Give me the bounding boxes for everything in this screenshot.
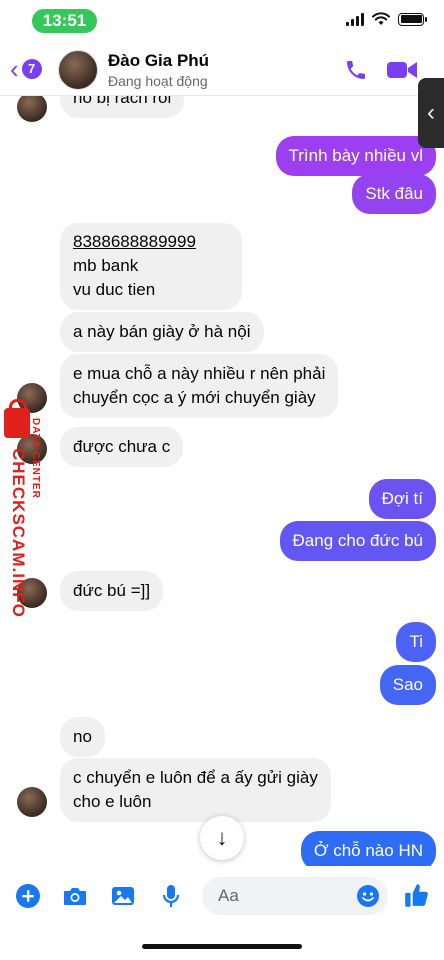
message-text: chuyển cọc a ý mới chuyển giày: [73, 388, 316, 407]
contact-status: Đang hoạt động: [108, 73, 208, 89]
arrow-down-icon[interactable]: ↓: [200, 816, 244, 860]
message-incoming[interactable]: e mua chỗ a này nhiều r nên phải chuyển …: [60, 354, 339, 418]
message-outgoing[interactable]: Đang cho đức bú: [279, 521, 436, 561]
watermark-subtext: DATA CENTER: [30, 418, 41, 499]
message-text: Đang cho đức bú: [292, 531, 423, 550]
message-text: Đợi tí: [381, 489, 423, 508]
message-incoming[interactable]: no: [60, 717, 105, 757]
back-button[interactable]: ‹ 7: [10, 56, 42, 82]
lock-icon: [4, 399, 30, 438]
message-text: nó bị rách rồi: [73, 96, 172, 107]
sender-avatar: [17, 96, 47, 122]
microphone-icon[interactable]: [157, 882, 185, 910]
message-list[interactable]: nó bị rách rồi Trình bày nhiều vl Stk đâ…: [0, 96, 444, 866]
thumbs-up-icon[interactable]: [402, 880, 432, 910]
message-input[interactable]: [202, 877, 342, 915]
message-text: e mua chỗ a này nhiều r nên phải: [73, 364, 326, 383]
message-text: Ở chỗ nào HN: [313, 841, 423, 860]
battery-icon: [398, 12, 427, 26]
contact-name[interactable]: Đào Gia Phú: [108, 51, 209, 71]
message-incoming[interactable]: nó bị rách rồi: [60, 96, 185, 118]
account-number[interactable]: 8388688889999: [73, 230, 229, 254]
message-text: vu duc tien: [73, 280, 156, 299]
status-bar: 13:51: [0, 0, 444, 40]
message-outgoing[interactable]: Đợi tí: [368, 479, 436, 519]
unread-badge: 7: [21, 59, 42, 79]
message-outgoing[interactable]: Trình bày nhiều vl: [275, 136, 436, 176]
message-incoming[interactable]: được chưa c: [60, 427, 184, 467]
back-chevron-icon: ‹: [10, 54, 19, 84]
message-text: Trình bày nhiều vl: [288, 146, 424, 165]
wifi-icon: [372, 12, 390, 25]
message-text: cho e luôn: [73, 792, 152, 811]
message-incoming[interactable]: 8388688889999 mb bank vu duc tien: [60, 223, 242, 310]
message-text: no: [73, 727, 92, 746]
emoji-icon[interactable]: [356, 884, 380, 908]
message-outgoing[interactable]: Ti: [396, 622, 436, 662]
message-text: c chuyển e luôn để a ấy gửi giày: [73, 768, 318, 787]
side-panel-tab[interactable]: ‹: [418, 78, 444, 148]
message-outgoing[interactable]: Stk đâu: [352, 174, 436, 214]
video-camera-icon[interactable]: [386, 58, 418, 82]
message-text: mb bank: [73, 256, 139, 275]
message-outgoing[interactable]: Ở chỗ nào HN: [300, 831, 436, 866]
status-time: 13:51: [32, 9, 97, 33]
message-input-box[interactable]: [202, 877, 388, 915]
composer-bar: [0, 868, 444, 924]
message-text: Stk đâu: [365, 184, 423, 203]
image-icon[interactable]: [109, 882, 137, 910]
phone-icon[interactable]: [343, 58, 369, 82]
message-incoming[interactable]: đức bú =]]: [60, 571, 164, 611]
chat-header: ‹ 7 Đào Gia Phú Đang hoạt động: [0, 42, 444, 96]
message-text: Ti: [409, 632, 423, 651]
message-incoming[interactable]: a này bán giày ở hà nội: [60, 312, 264, 352]
status-icons: [346, 12, 427, 26]
message-text: Sao: [392, 675, 423, 694]
home-indicator: [142, 944, 302, 949]
camera-icon[interactable]: [61, 882, 89, 910]
watermark: CHECKSCAM.INFO DATA CENTER: [2, 399, 46, 628]
message-outgoing[interactable]: Sao: [379, 665, 436, 705]
message-incoming[interactable]: c chuyển e luôn để a ấy gửi giày cho e l…: [60, 758, 331, 822]
message-text: được chưa c: [73, 437, 171, 456]
message-text: a này bán giày ở hà nội: [73, 322, 251, 341]
sender-avatar: [17, 787, 47, 817]
watermark-text: CHECKSCAM.INFO: [9, 448, 28, 618]
signal-icon: [346, 12, 364, 26]
contact-avatar[interactable]: [58, 50, 98, 90]
message-text: đức bú =]]: [73, 581, 151, 600]
plus-icon[interactable]: [14, 882, 42, 910]
